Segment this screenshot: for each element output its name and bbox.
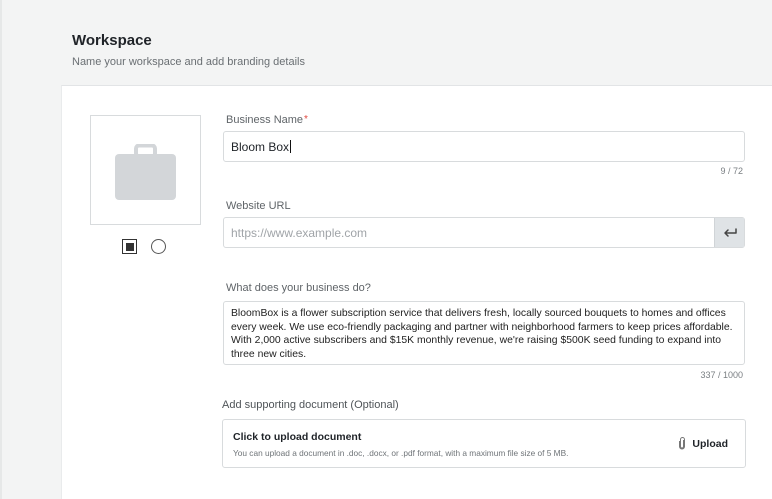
- page-title: Workspace: [72, 32, 152, 49]
- paperclip-icon: [679, 437, 686, 450]
- website-url-placeholder: https://www.example.com: [231, 226, 368, 240]
- page-subtitle: Name your workspace and add branding det…: [72, 56, 305, 68]
- description-counter: 337 / 1000: [700, 370, 743, 380]
- business-name-input[interactable]: Bloom Box: [223, 131, 745, 162]
- upload-hint: You can upload a document in .doc, .docx…: [233, 448, 569, 458]
- circle-shape-option[interactable]: [151, 239, 166, 254]
- description-textarea[interactable]: BloomBox is a flower subscription servic…: [223, 301, 745, 365]
- upload-button[interactable]: Upload: [678, 437, 728, 450]
- upload-button-label: Upload: [692, 437, 728, 450]
- website-url-label: Website URL: [226, 200, 291, 212]
- square-shape-option[interactable]: [122, 239, 137, 254]
- selected-indicator: [125, 242, 134, 251]
- document-upload-dropzone[interactable]: Click to upload document You can upload …: [222, 419, 746, 468]
- enter-arrow-icon: [723, 227, 737, 237]
- text-caret: [290, 140, 292, 153]
- left-rail: [0, 0, 2, 499]
- description-label: What does your business do?: [226, 282, 371, 294]
- logo-upload[interactable]: [90, 115, 201, 225]
- website-url-input[interactable]: https://www.example.com: [223, 217, 745, 248]
- upload-title: Click to upload document: [233, 431, 362, 443]
- logo-shape-toggle: [122, 239, 166, 254]
- required-marker: *: [304, 114, 308, 125]
- briefcase-icon: [115, 144, 176, 200]
- business-name-value: Bloom Box: [231, 140, 290, 154]
- website-url-submit-button[interactable]: [714, 218, 744, 247]
- supporting-document-label: Add supporting document (Optional): [222, 399, 399, 411]
- page-header: Workspace Name your workspace and add br…: [72, 32, 305, 68]
- business-name-counter: 9 / 72: [720, 166, 743, 176]
- business-name-label: Business Name*: [226, 114, 308, 126]
